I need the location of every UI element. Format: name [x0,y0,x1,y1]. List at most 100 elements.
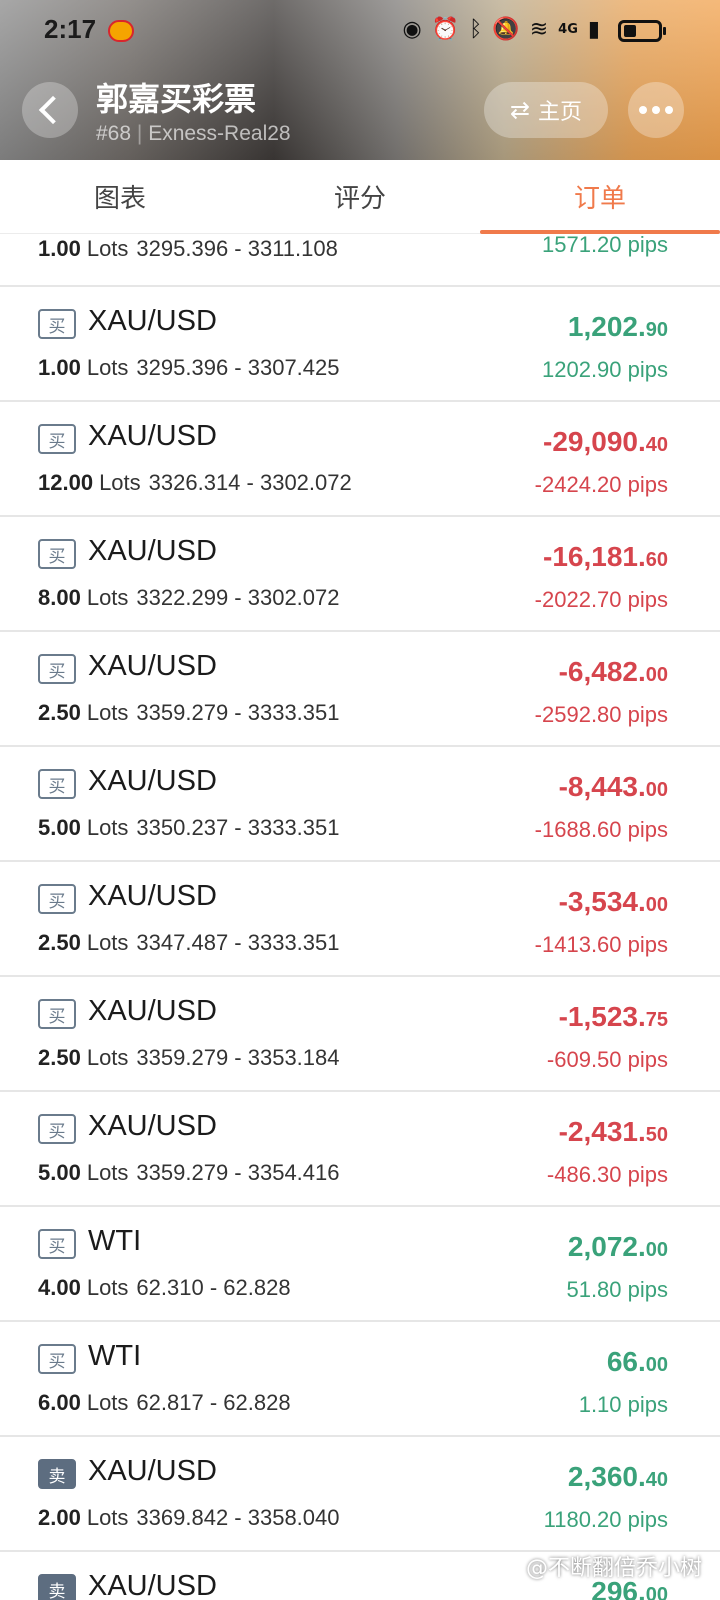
home-label: 主页 [538,100,583,125]
order-row[interactable]: 买 WTI 6.00 Lots 62.817 - 62.828 66.00 1.10 pip… [0,1322,720,1437]
order-profit-main: -16,181. [543,541,646,572]
account-label: Exness-Real28 [148,122,291,145]
order-lots: 12.00 [38,470,94,495]
order-symbol: XAU/USD [88,995,217,1027]
order-lots-line: 8.00 Lots 3322.299 - 3302.072 [38,585,340,611]
order-symbol: WTI [88,1225,142,1257]
order-lots: 4.00 [38,1275,81,1300]
order-profit-cents: 75 [645,1009,668,1031]
order-pips: -1413.60 pips [534,932,668,957]
order-profit-cents: 60 [645,549,668,571]
dot-icon [652,106,660,114]
order-row[interactable]: 买 XAU/USD 8.00 Lots 3322.299 - 3302.072 -16,1… [0,517,720,632]
side-badge: 买 [38,309,76,339]
order-pips: -2592.80 pips [534,702,668,727]
order-prices: 62.817 - 62.828 [136,1390,291,1415]
order-lots: 1.00 [38,236,81,261]
order-profit: 66.00 [607,1346,668,1378]
order-lots: 1.00 [38,355,81,380]
order-profit: 2,072.00 [568,1231,668,1263]
order-pips: -486.30 pips [546,1162,668,1187]
order-pips: -1688.60 pips [534,817,668,842]
order-row[interactable]: 买 XAU/USD 2.50 Lots 3359.279 - 3353.184 -1,52… [0,977,720,1092]
tab-rating[interactable]: 评分 [240,160,480,233]
order-profit-main: 66. [606,1346,646,1377]
order-lots-line: 1.00 Lots 3295.396 - 3311.108 [38,236,338,262]
order-profit-cents: 50 [645,1124,668,1146]
signal-icon: ▮ [587,17,600,42]
side-badge: 买 [38,654,76,684]
order-profit: 2,360.40 [568,1461,668,1493]
subtitle-divider: | [136,122,149,145]
order-pips: 1202.90 pips [542,357,668,382]
order-lots-line: 6.00 Lots 62.817 - 62.828 [38,1390,291,1416]
order-lots-unit: Lots [86,1160,129,1185]
side-badge: 买 [38,1114,76,1144]
rank-label: #68 [96,122,132,145]
status-icons: ◉ ⏰ ᛒ 🔕 ≋ 4G ▮ [403,16,600,44]
order-row[interactable]: 买 XAU/USD 5.00 Lots 3359.279 - 3354.416 -2,43… [0,1092,720,1207]
order-profit-main: -6,482. [558,656,646,687]
order-lots-line: 5.00 Lots 3350.237 - 3333.351 [38,815,340,841]
order-lots-unit: Lots [86,930,129,955]
order-profit-main: -2,431. [558,1116,646,1147]
order-row[interactable]: 买 XAU/USD 5.00 Lots 3350.237 - 3333.351 -8,44… [0,747,720,862]
order-prices: 3295.396 - 3307.425 [136,355,340,380]
order-row[interactable]: 买 XAU/USD 2.50 Lots 3347.487 - 3333.351 -3,53… [0,862,720,977]
order-profit: -3,534.00 [559,886,668,918]
chevron-left-icon [38,95,68,125]
order-symbol: XAU/USD [88,1455,217,1487]
order-prices: 3359.279 - 3354.416 [136,1160,340,1185]
order-pips: 1.10 pips [578,1392,668,1417]
wifi-icon: ≋ [529,17,549,42]
order-profit-cents: 90 [645,319,668,341]
order-prices: 3295.396 - 3311.108 [136,236,338,261]
account-subtitle: #68 | Exness-Real28 [96,122,291,146]
tab-chart[interactable]: 图表 [0,160,240,233]
order-pips: -609.50 pips [546,1047,668,1072]
order-profit-cents: 40 [645,1469,668,1491]
alarm-icon: ⏰ [431,17,460,42]
order-profit-cents: 00 [645,1584,668,1600]
order-row[interactable]: 买 XAU/USD 1.00 Lots 3295.396 - 3307.425 1,202… [0,287,720,402]
order-row[interactable]: 买 XAU/USD 12.00 Lots 3326.314 - 3302.072 -29,… [0,402,720,517]
order-profit-main: -8,443. [558,771,646,802]
order-profit: -16,181.60 [543,541,668,573]
order-lots-line: 1.00 Lots 3295.396 - 3307.425 [38,355,340,381]
order-symbol: XAU/USD [88,1110,217,1142]
order-pips: -2424.20 pips [534,472,668,497]
back-button[interactable] [22,82,78,138]
order-symbol: XAU/USD [88,305,217,337]
order-lots-line: 4.00 Lots 62.310 - 62.828 [38,1275,291,1301]
side-badge: 买 [38,424,76,454]
orders-list[interactable]: 1.00 Lots 3295.396 - 3311.108 1571.20 pips 买… [0,170,720,1600]
page-title: 郭嘉买彩票 [96,80,257,118]
tab-orders[interactable]: 订单 [480,160,720,234]
home-button[interactable]: ⇄ 主页 [484,82,608,138]
order-symbol: XAU/USD [88,420,217,452]
order-row[interactable]: 买 WTI 4.00 Lots 62.310 - 62.828 2,072.00 51.80… [0,1207,720,1322]
side-badge: 买 [38,884,76,914]
order-lots-unit: Lots [86,355,129,380]
bluetooth-icon: ᛒ [469,17,483,42]
eye-icon: ◉ [402,17,422,42]
dot-icon [665,106,673,114]
order-profit-cents: 00 [645,1354,668,1376]
side-badge: 买 [38,1229,76,1259]
order-symbol: XAU/USD [88,765,217,797]
order-lots: 2.50 [38,930,81,955]
order-prices: 3359.279 - 3353.184 [136,1045,340,1070]
order-lots-unit: Lots [99,470,141,495]
order-row[interactable]: 卖 XAU/USD 2.00 Lots 3369.842 - 3358.040 2,360… [0,1437,720,1552]
order-lots-unit: Lots [86,236,129,261]
order-symbol: XAU/USD [88,535,217,567]
order-row[interactable]: 买 XAU/USD 2.50 Lots 3359.279 - 3333.351 -6,48… [0,632,720,747]
order-lots-unit: Lots [86,700,129,725]
app-header: 2:17 ◉ ⏰ ᛒ 🔕 ≋ 4G ▮ 郭嘉买彩票 #68 | Exness-R… [0,0,720,160]
dot-icon [639,106,647,114]
order-pips: 1571.20 pips [542,232,668,257]
order-lots-line: 12.00 Lots 3326.314 - 3302.072 [38,470,352,496]
more-options-button[interactable] [628,82,684,138]
order-lots-line: 2.00 Lots 3369.842 - 3358.040 [38,1505,340,1531]
mute-bell-icon: 🔕 [492,17,520,42]
